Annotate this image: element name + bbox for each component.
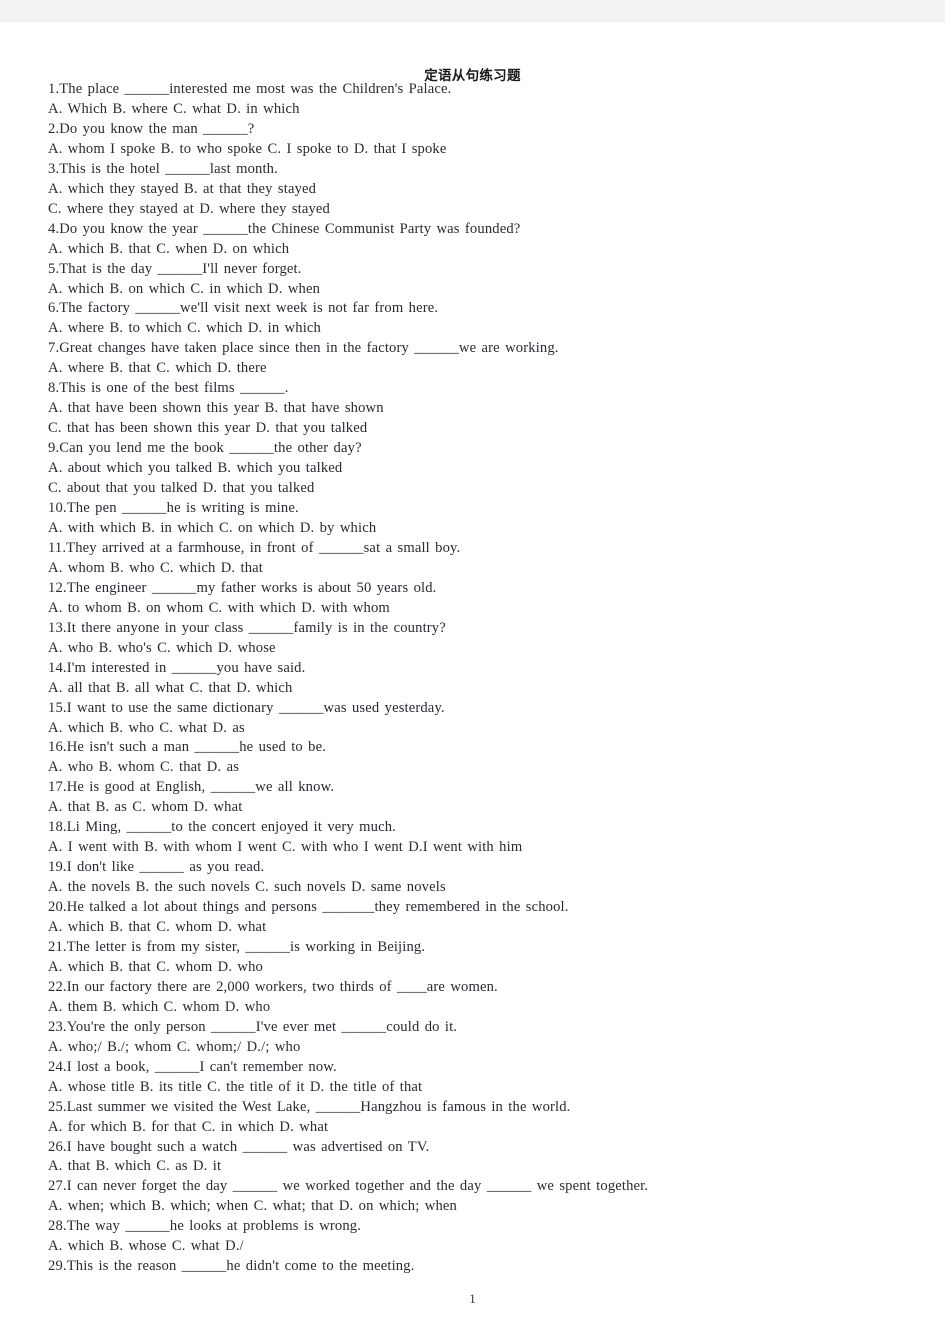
- question-line: 8.This is one of the best films ______.: [48, 380, 289, 397]
- question-line: 15.I want to use the same dictionary ___…: [48, 699, 445, 716]
- option-line: A. the novels B. the such novels C. such…: [48, 879, 446, 896]
- option-line: A. whose title B. its title C. the title…: [48, 1078, 423, 1095]
- page-number: 1: [469, 1291, 476, 1306]
- question-line: 18.Li Ming, ______to the concert enjoyed…: [48, 819, 396, 836]
- option-line: A. which B. who C. what D. as: [48, 719, 245, 736]
- option-line: A. that B. as C. whom D. what: [48, 799, 243, 816]
- question-line: 21.The letter is from my sister, ______i…: [48, 938, 426, 955]
- option-line: A. about which you talked B. which you t…: [48, 460, 343, 477]
- question-line: 3.This is the hotel ______last month.: [48, 160, 278, 177]
- question-line: 26.I have bought such a watch ______ was…: [48, 1138, 430, 1155]
- question-line: 10.The pen ______he is writing is mine.: [48, 500, 299, 517]
- option-line: A. with which B. in which C. on which D.…: [48, 519, 377, 536]
- question-line: 6.The factory ______we'll visit next wee…: [48, 300, 439, 317]
- option-line: A. for which B. for that C. in which D. …: [48, 1118, 329, 1135]
- question-line: 7.Great changes have taken place since t…: [48, 340, 559, 357]
- question-line: 12.The engineer ______my father works is…: [48, 579, 437, 596]
- option-line: A. who B. whom C. that D. as: [48, 759, 240, 776]
- option-line: A. I went with B. with whom I went C. wi…: [48, 839, 523, 856]
- question-line: 23.You're the only person ______I've eve…: [48, 1018, 458, 1035]
- option-line: A. that B. which C. as D. it: [48, 1158, 222, 1175]
- option-line: A. which they stayed B. at that they sta…: [48, 180, 317, 197]
- question-line: 20.He talked a lot about things and pers…: [48, 899, 569, 916]
- option-line: A. that have been shown this year B. tha…: [48, 400, 384, 417]
- question-line: 13.It there anyone in your class ______f…: [48, 619, 446, 636]
- question-line: 9.Can you lend me the book ______the oth…: [48, 440, 362, 457]
- document-page: 定语从句练习题 1.The place ______interested me …: [0, 22, 945, 1337]
- question-line: 11.They arrived at a farmhouse, in front…: [48, 539, 461, 556]
- question-line: 29.This is the reason ______he didn't co…: [48, 1258, 415, 1275]
- option-line: A. which B. on which C. in which D. when: [48, 280, 321, 297]
- question-line: 22.In our factory there are 2,000 worker…: [48, 978, 498, 995]
- question-line: 14.I'm interested in ______you have said…: [48, 659, 306, 676]
- question-line: 19.I don't like ______ as you read.: [48, 859, 265, 876]
- option-line: A. which B. whose C. what D./: [48, 1238, 244, 1255]
- option-line: A. to whom B. on whom C. with which D. w…: [48, 599, 390, 616]
- question-line: 5.That is the day ______I'll never forge…: [48, 260, 302, 277]
- option-line: A. who;/ B./; whom C. whom;/ D./; who: [48, 1038, 301, 1055]
- option-line: A. whom I spoke B. to who spoke C. I spo…: [48, 140, 447, 157]
- option-line: A. whom B. who C. which D. that: [48, 559, 263, 576]
- option-line: A. where B. to which C. which D. in whic…: [48, 320, 321, 337]
- question-line: 17.He is good at English, ______we all k…: [48, 779, 335, 796]
- question-line: 24.I lost a book, ______I can't remember…: [48, 1058, 337, 1075]
- question-line: 16.He isn't such a man ______he used to …: [48, 739, 327, 756]
- question-line: 27.I can never forget the day ______ we …: [48, 1178, 649, 1195]
- question-line: 28.The way ______he looks at problems is…: [48, 1218, 362, 1235]
- option-line: C. that has been shown this year D. that…: [48, 420, 368, 437]
- question-line: 1.The place ______interested me most was…: [48, 81, 452, 97]
- option-line: A. which B. that C. when D. on which: [48, 240, 290, 257]
- option-line: A. where B. that C. which D. there: [48, 360, 267, 377]
- option-line: A. when; which B. which; when C. what; t…: [48, 1198, 457, 1215]
- page-top-margin-band: [0, 0, 945, 22]
- question-line: 4.Do you know the year ______the Chinese…: [48, 220, 521, 237]
- option-line: A. Which B. where C. what D. in which: [48, 100, 300, 117]
- option-line: C. where they stayed at D. where they st…: [48, 200, 331, 217]
- option-line: A. all that B. all what C. that D. which: [48, 679, 293, 696]
- option-line: A. who B. who's C. which D. whose: [48, 639, 276, 656]
- option-line: A. which B. that C. whom D. what: [48, 919, 267, 936]
- question-line: 25.Last summer we visited the West Lake,…: [48, 1098, 571, 1115]
- option-line: A. which B. that C. whom D. who: [48, 958, 263, 975]
- question-line: 2.Do you know the man ______?: [48, 120, 255, 137]
- option-line: C. about that you talked D. that you tal…: [48, 480, 315, 497]
- question-list: 1.The place ______interested me most was…: [48, 80, 893, 1277]
- option-line: A. them B. which C. whom D. who: [48, 998, 271, 1015]
